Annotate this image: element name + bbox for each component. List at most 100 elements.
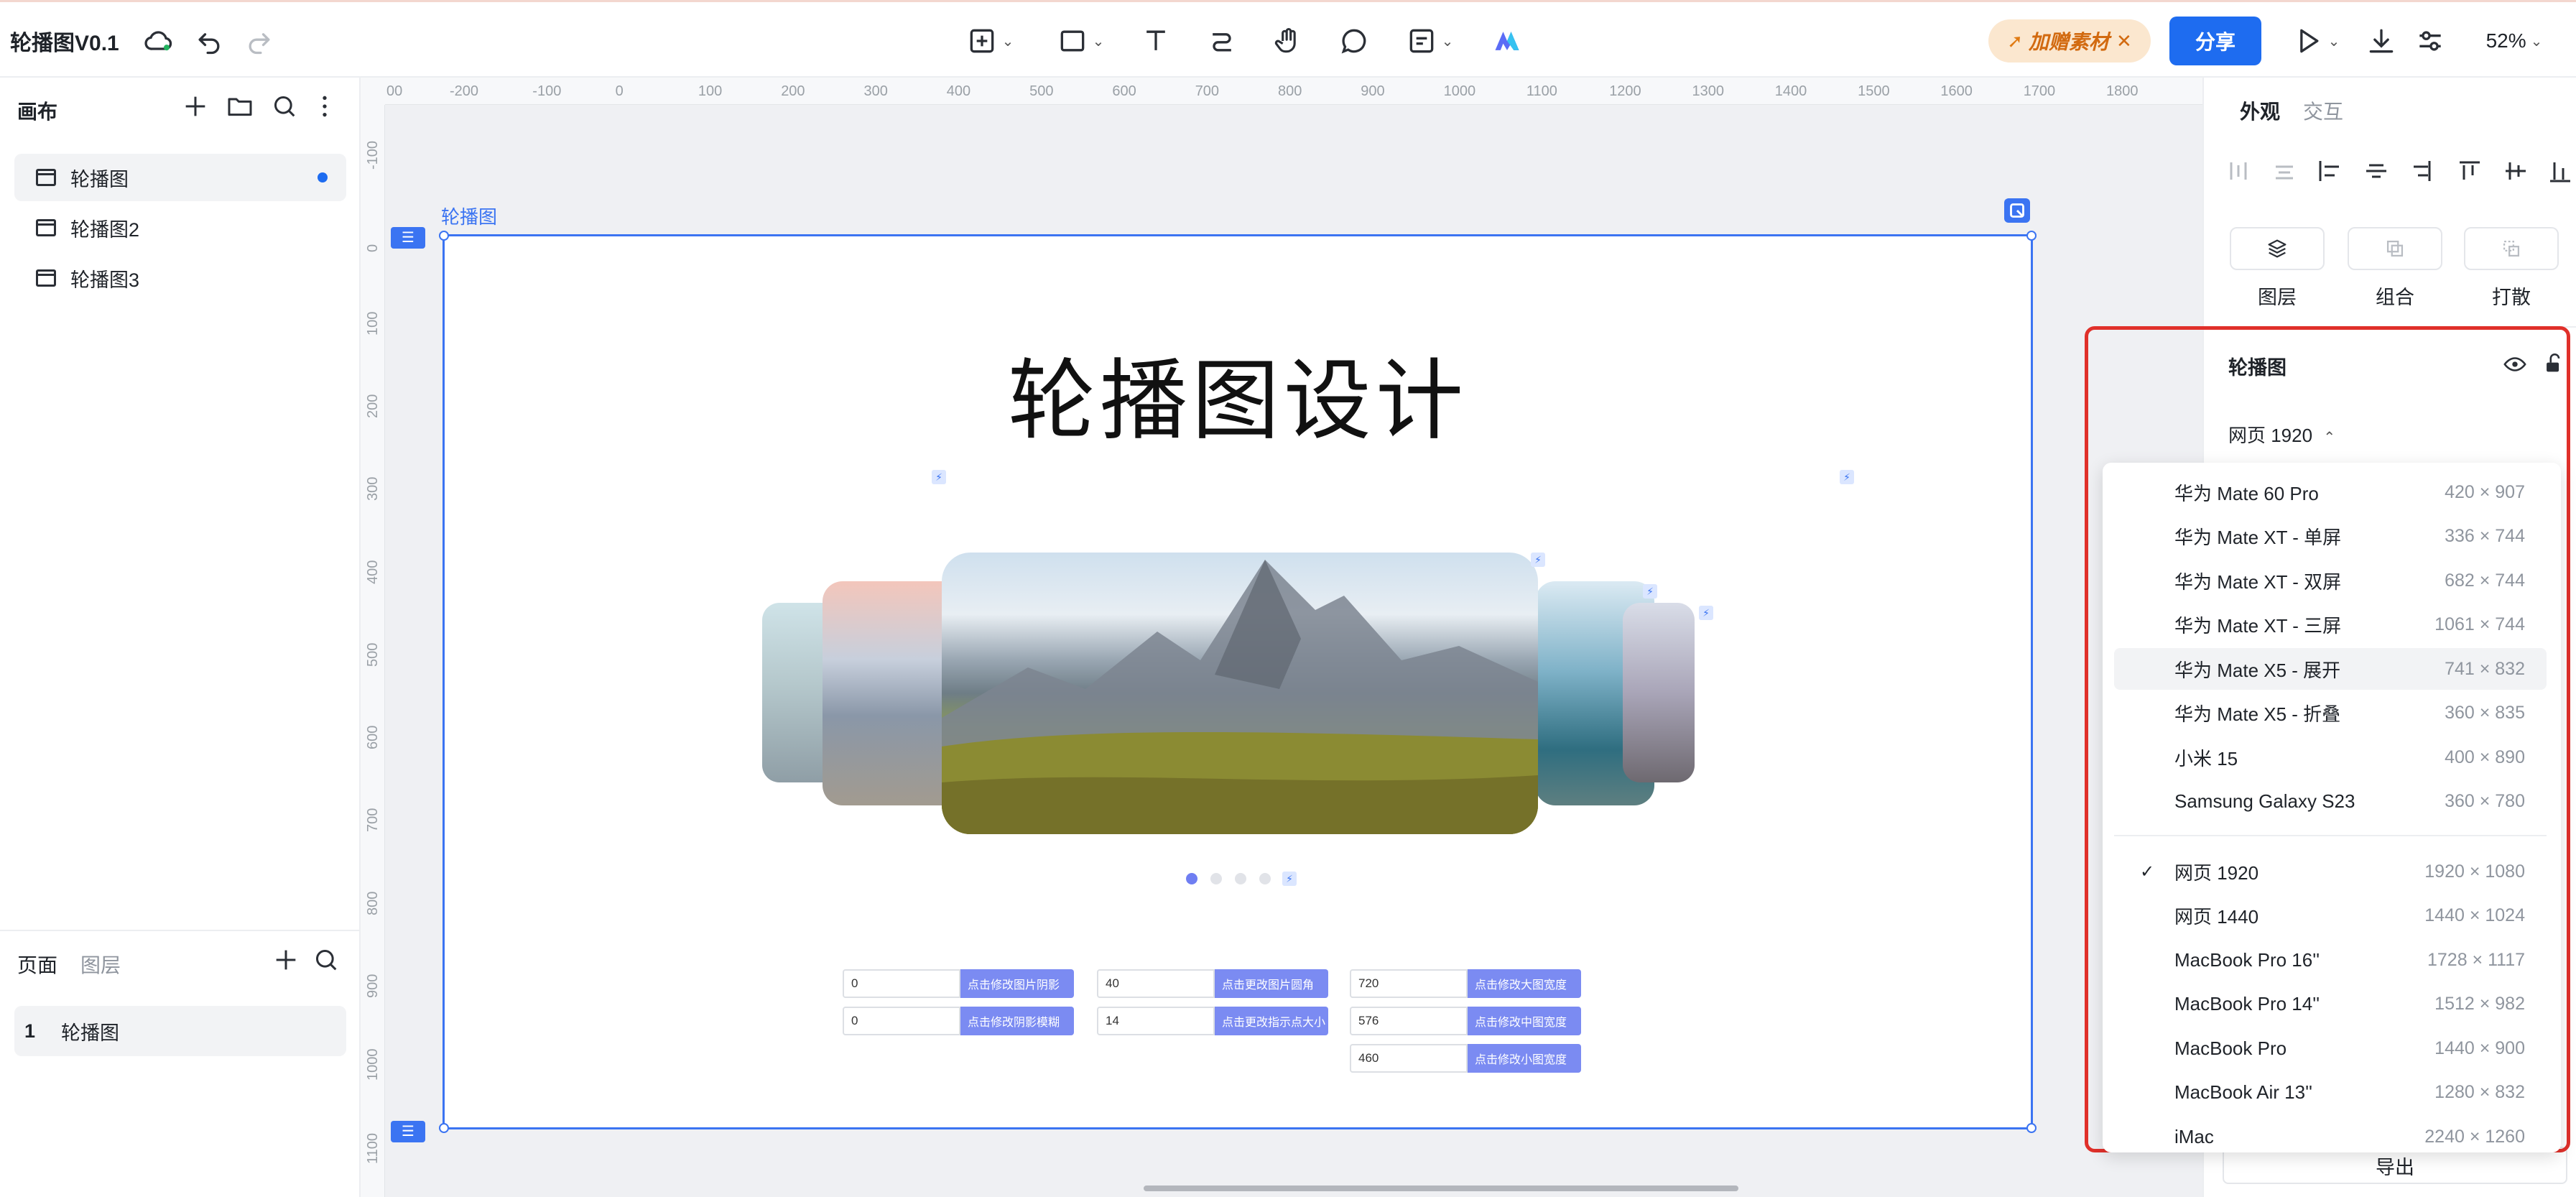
ruler-tick: 1200: [1609, 83, 1641, 99]
ruler-tick: 800: [365, 891, 381, 915]
preset-size: 400 × 890: [2445, 747, 2525, 767]
frame-handle-icon[interactable]: ☰: [391, 227, 425, 249]
text-icon[interactable]: [1138, 2, 1174, 80]
promo-badge[interactable]: ➚ 加赠素材 ✕: [1988, 19, 2151, 63]
search-icon[interactable]: [270, 92, 299, 121]
frame-icon: [36, 219, 56, 236]
page-item-carousel-2[interactable]: 轮播图2: [14, 204, 346, 251]
preset-option[interactable]: MacBook Air 13'' 1280 × 832: [2114, 1072, 2547, 1114]
plus-icon[interactable]: [181, 92, 210, 121]
search-icon[interactable]: [312, 946, 340, 974]
more-icon[interactable]: [310, 92, 339, 121]
preset-size: 1280 × 832: [2434, 1082, 2525, 1102]
frame-icon: [36, 269, 56, 287]
large-width-control[interactable]: 720 点击修改大图宽度: [1350, 969, 1581, 998]
add-frame-tool[interactable]: ⌄: [961, 2, 1019, 80]
close-icon[interactable]: ✕: [2116, 30, 2132, 52]
preset-option[interactable]: 小米 15 400 × 890: [2114, 736, 2547, 778]
preset-option[interactable]: 华为 Mate XT - 单屏 336 × 744: [2114, 516, 2547, 558]
app-title[interactable]: 轮播图V0.1: [10, 2, 119, 80]
preset-option[interactable]: MacBook Pro 1440 × 900: [2114, 1027, 2547, 1069]
comment-icon[interactable]: [1336, 2, 1372, 80]
note-tool[interactable]: ⌄: [1401, 2, 1458, 80]
preset-option[interactable]: 华为 Mate X5 - 展开 741 × 832: [2114, 648, 2547, 690]
ungroup-button[interactable]: [2464, 227, 2559, 270]
resize-handle[interactable]: [439, 1123, 449, 1133]
preset-option[interactable]: ✓ 网页 1920 1920 × 1080: [2114, 851, 2547, 892]
preset-size: 420 × 907: [2445, 481, 2525, 502]
carousel-indicator[interactable]: [1259, 873, 1271, 884]
device-preset-dropdown: 华为 Mate 60 Pro 420 × 907 华为 Mate XT - 单屏 33…: [2103, 463, 2561, 1152]
tab-appearance[interactable]: 外观: [2240, 96, 2280, 125]
connector-icon[interactable]: [1204, 2, 1240, 80]
radius-control[interactable]: 40 点击更改图片圆角: [1097, 969, 1328, 998]
carousel-indicator-active[interactable]: [1186, 873, 1197, 884]
preset-option[interactable]: Samsung Galaxy S23 360 × 780: [2114, 781, 2547, 823]
shadow-control[interactable]: 0 点击修改图片阴影: [843, 969, 1074, 998]
settings-sliders-icon[interactable]: [2412, 2, 2448, 80]
tab-pages[interactable]: 页面: [17, 950, 57, 979]
page-item-carousel[interactable]: 轮播图: [14, 154, 346, 201]
preset-option[interactable]: 华为 Mate X5 - 折叠 360 × 835: [2114, 693, 2547, 734]
zoom-select[interactable]: 52% ⌄: [2471, 2, 2557, 80]
hand-icon[interactable]: [1270, 2, 1306, 80]
divider: [0, 930, 359, 931]
carousel-indicator[interactable]: [1235, 873, 1246, 884]
top-toolbar: 轮播图V0.1 ⌄ ⌄ ⌄ ➚ 加赠素材 ✕ 分享 ⌄ 52% ⌄: [0, 0, 2576, 78]
layer-button[interactable]: [2230, 227, 2325, 270]
ruler-left: -100 0 100 200 300 400 500 600 700 800 900 1000 1100: [361, 105, 385, 1197]
group-button[interactable]: [2348, 227, 2442, 270]
ruler-tick: 700: [1195, 83, 1220, 99]
horizontal-scrollbar[interactable]: [1144, 1186, 1738, 1191]
folder-icon[interactable]: [226, 92, 254, 121]
preset-option[interactable]: MacBook Pro 14'' 1512 × 982: [2114, 984, 2547, 1025]
tab-interaction[interactable]: 交互: [2303, 96, 2343, 125]
preset-option[interactable]: iMac 2240 × 1260: [2114, 1116, 2547, 1152]
indicator-size-control[interactable]: 14 点击更改指示点大小: [1097, 1007, 1328, 1035]
carousel-image-main[interactable]: [942, 553, 1538, 834]
download-icon[interactable]: [2363, 2, 2399, 80]
resize-handle[interactable]: [439, 231, 449, 241]
preset-option[interactable]: 华为 Mate XT - 三屏 1061 × 744: [2114, 604, 2547, 646]
undo-icon[interactable]: [191, 2, 227, 80]
preset-option[interactable]: 网页 1440 1440 × 1024: [2114, 895, 2547, 937]
preview-button[interactable]: ⌄: [2287, 2, 2345, 80]
page-item-carousel-3[interactable]: 轮播图3: [14, 254, 346, 302]
bolt-icon: ⚡: [1840, 470, 1854, 484]
ruler-tick: 100: [365, 311, 381, 336]
canvas-area[interactable]: ☰ 轮播图 ☰ 轮播图设计 ⚡ ⚡ ⚡ ⚡ ⚡ ⚡ 0 点击修改图片阴影 0 点…: [385, 105, 2202, 1197]
unlock-icon[interactable]: [2542, 351, 2566, 376]
artboard-label[interactable]: 轮播图: [441, 203, 497, 229]
artboard-frame[interactable]: 轮播图设计 ⚡ ⚡ ⚡ ⚡ ⚡ ⚡ 0 点击修改图片阴影 0 点击修改阴影模糊 …: [439, 231, 2037, 1133]
resize-handle[interactable]: [2026, 1123, 2037, 1133]
preset-option[interactable]: 华为 Mate XT - 双屏 682 × 744: [2114, 560, 2547, 601]
carousel-image-far-right[interactable]: [1623, 603, 1695, 782]
ruler-tick: 1800: [2106, 83, 2139, 99]
rectangle-tool[interactable]: ⌄: [1052, 2, 1109, 80]
preset-selector[interactable]: 网页 1920 ⌃: [2228, 421, 2335, 448]
preset-option[interactable]: 华为 Mate 60 Pro 420 × 907: [2114, 471, 2547, 513]
ruler-tick: 400: [365, 560, 381, 584]
bolt-icon: ⚡: [1699, 606, 1713, 620]
small-width-control[interactable]: 460 点击修改小图宽度: [1350, 1044, 1581, 1073]
ruler-tick: 800: [1278, 83, 1302, 99]
redo-icon[interactable]: [241, 2, 277, 80]
frame-handle-icon[interactable]: ☰: [391, 1121, 425, 1142]
cloud-sync-icon[interactable]: [141, 2, 177, 80]
carousel-indicator[interactable]: [1210, 873, 1222, 884]
carousel-heading: 轮播图设计: [1008, 352, 1468, 450]
medium-width-control[interactable]: 576 点击修改中图宽度: [1350, 1007, 1581, 1035]
page-list-item[interactable]: 1 轮播图: [14, 1006, 346, 1056]
frame-settings-icon[interactable]: [2004, 198, 2030, 223]
resize-handle[interactable]: [2026, 231, 2037, 241]
share-button[interactable]: 分享: [2169, 17, 2261, 65]
plus-icon[interactable]: [272, 946, 300, 974]
tab-layers[interactable]: 图层: [80, 950, 121, 979]
ai-logo-icon[interactable]: [1487, 2, 1527, 80]
shadow-blur-control[interactable]: 0 点击修改阴影模糊: [843, 1007, 1074, 1035]
group-icon: [2386, 240, 2404, 257]
preset-option[interactable]: MacBook Pro 16'' 1728 × 1117: [2114, 939, 2547, 981]
preset-size: 1920 × 1080: [2424, 861, 2525, 882]
ruler-tick: 1100: [365, 1132, 381, 1164]
eye-icon[interactable]: [2503, 352, 2527, 376]
